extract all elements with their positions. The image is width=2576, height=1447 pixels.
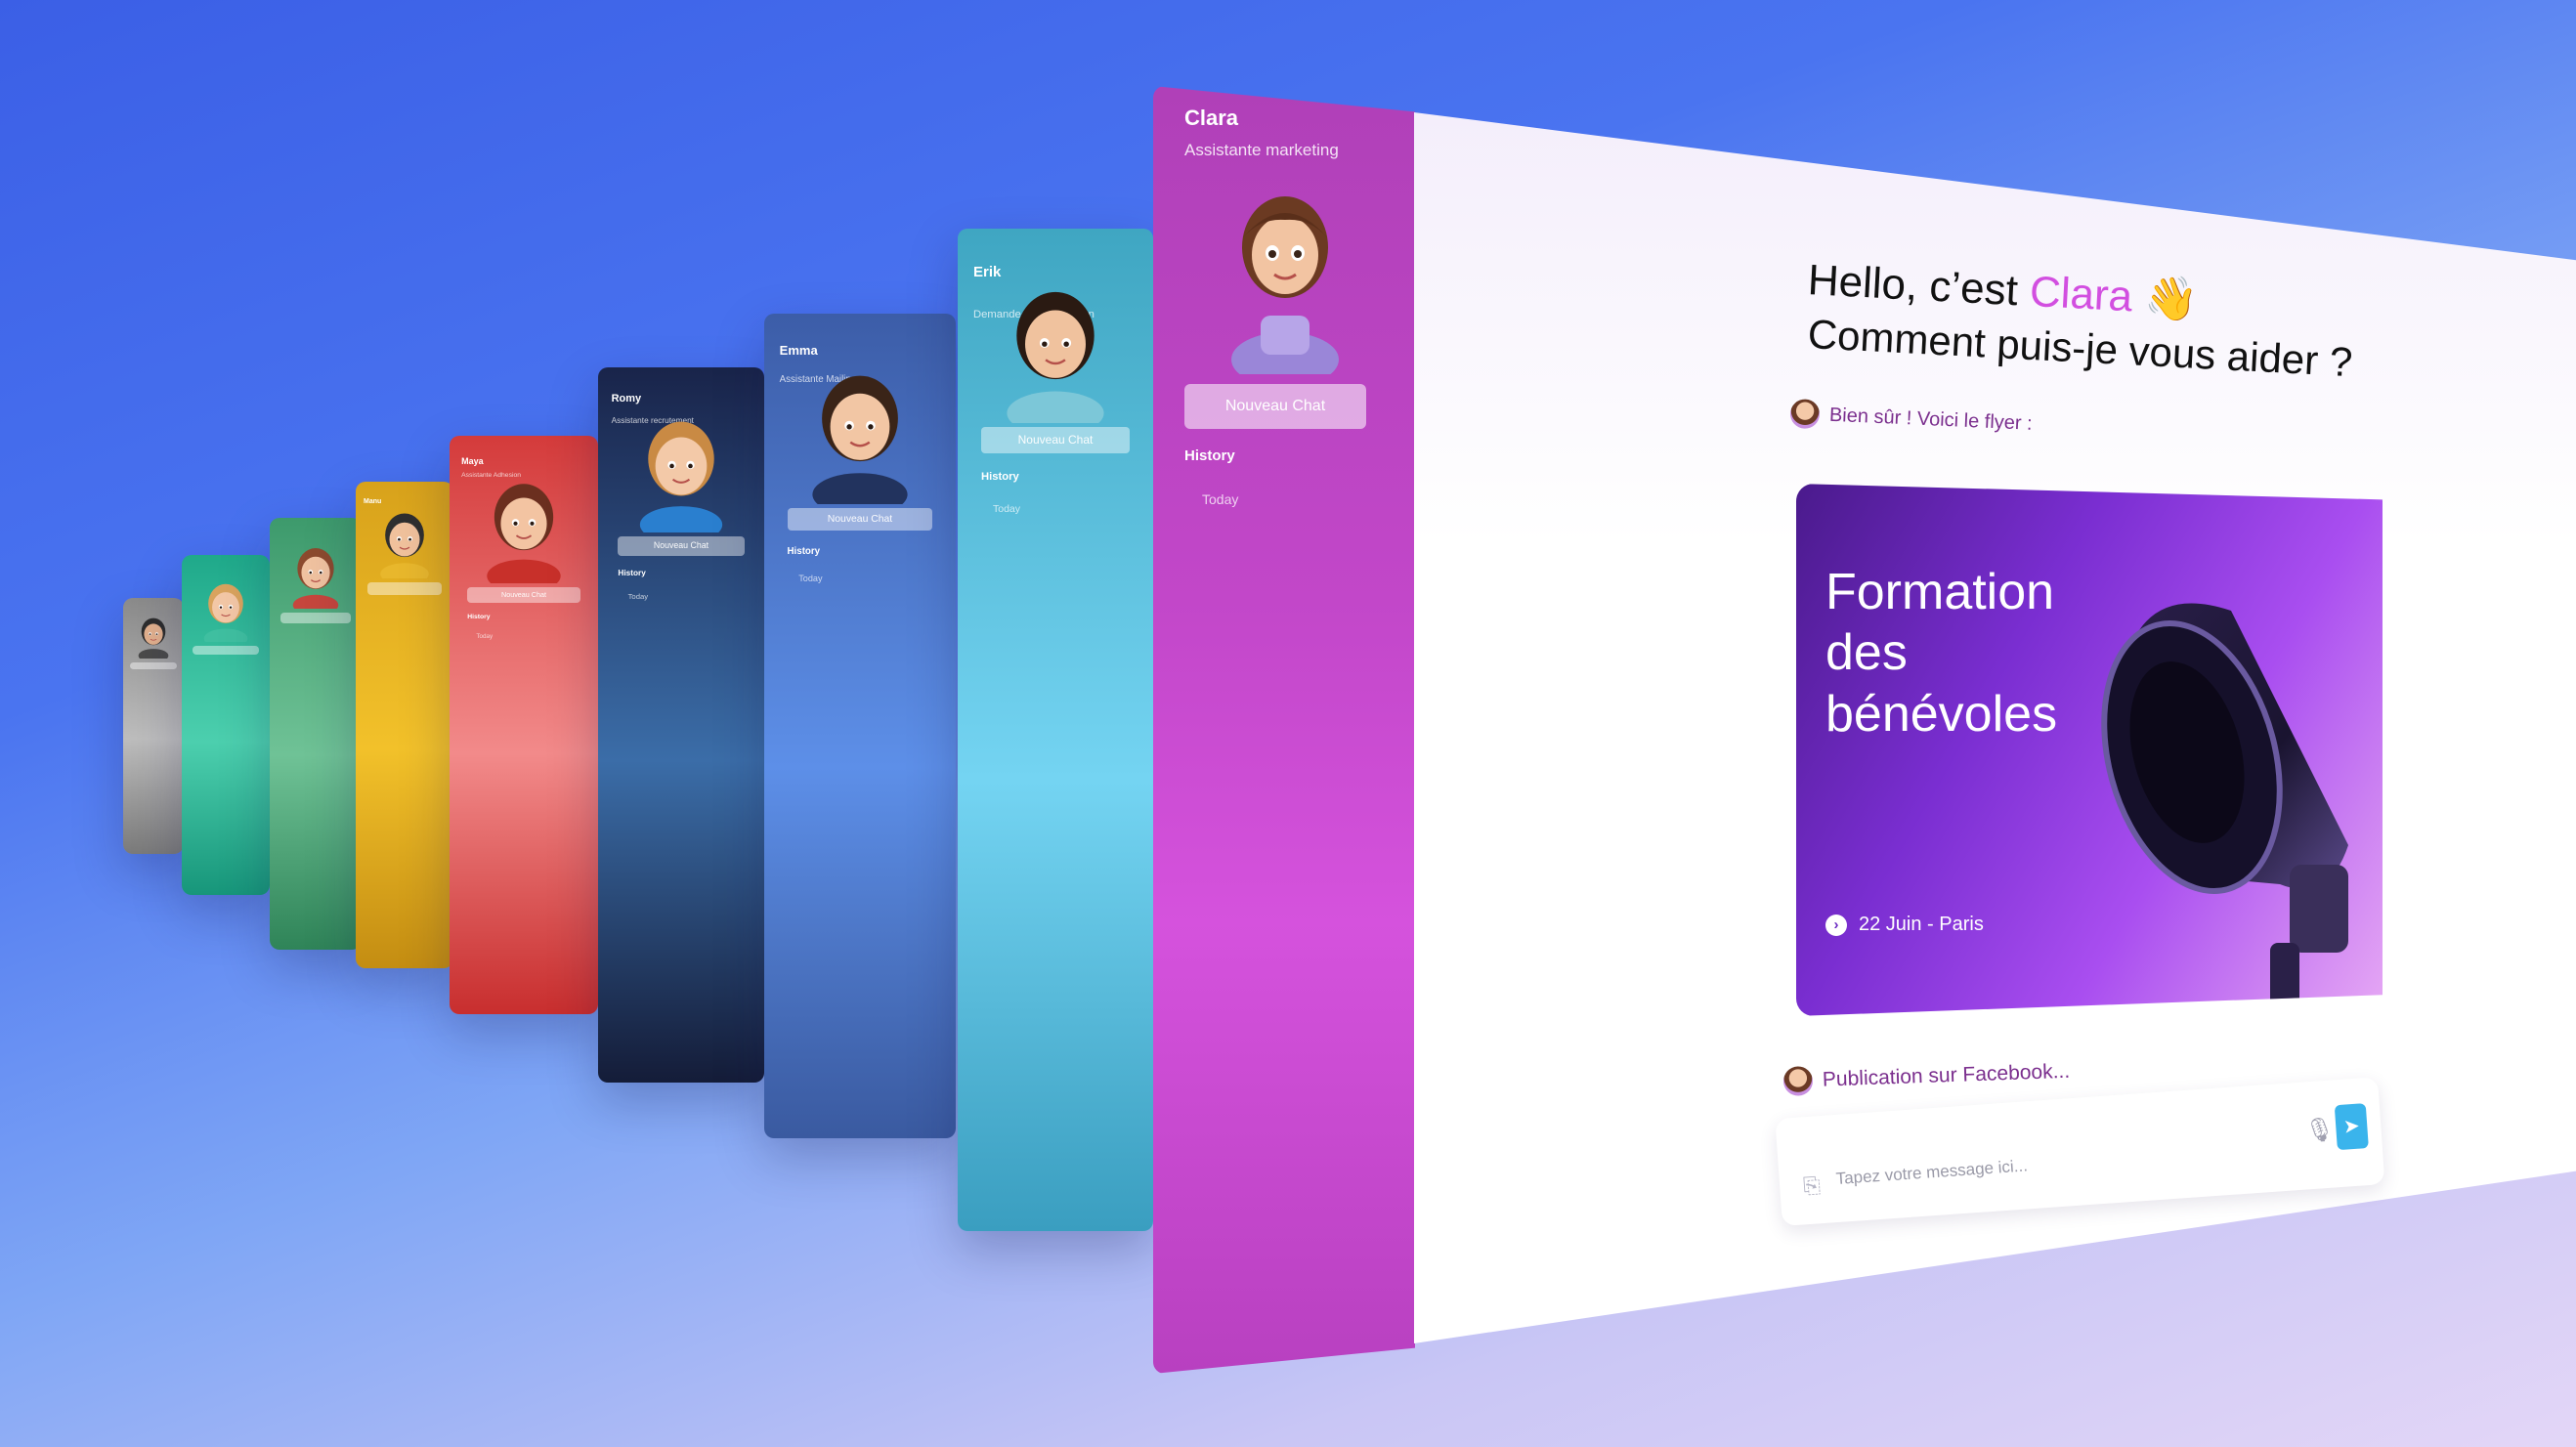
- history-label: History: [618, 568, 646, 577]
- status-message-text: Publication sur Facebook...: [1822, 1059, 2071, 1091]
- agent-avatar: [629, 409, 732, 543]
- agent-card[interactable]: [182, 555, 270, 895]
- assistant-avatar: [1782, 1065, 1814, 1096]
- microphone-icon[interactable]: 🎙: [2304, 1115, 2336, 1145]
- new-chat-button[interactable]: [130, 661, 177, 669]
- agent-avatar: [198, 577, 253, 649]
- agent-name: Maya: [461, 455, 484, 466]
- agent-card[interactable]: Maya Assistante Adhesion Nouveau Chat Hist…: [450, 436, 598, 1014]
- send-icon: ➤: [2342, 1115, 2361, 1138]
- agent-avatar: [478, 473, 570, 593]
- agent-name: Clara: [1184, 106, 1239, 130]
- history-label: History: [1184, 447, 1235, 464]
- agent-avatar: [374, 506, 435, 585]
- agent-avatar: [135, 614, 172, 663]
- new-chat-button[interactable]: [280, 613, 351, 624]
- agent-name: Manu: [364, 498, 382, 506]
- history-today-item[interactable]: Today: [1202, 491, 1238, 507]
- history-today-item[interactable]: Today: [628, 592, 649, 601]
- send-button[interactable]: ➤: [2334, 1103, 2369, 1151]
- agent-avatar: [995, 277, 1116, 436]
- agent-avatar: [800, 362, 920, 516]
- agent-card[interactable]: Romy Assistante recrutement Nouveau Chat H…: [598, 367, 764, 1083]
- history-label: History: [981, 470, 1019, 483]
- new-chat-button[interactable]: Nouveau Chat: [1184, 384, 1366, 429]
- agent-name: Emma: [779, 342, 818, 358]
- history-label: History: [467, 614, 491, 621]
- agent-card[interactable]: Emma Assistante Mailing Nouveau Chat Histo…: [764, 314, 956, 1138]
- new-chat-button[interactable]: Nouveau Chat: [467, 587, 580, 604]
- flyer-date-text: 22 Juin - Paris: [1859, 914, 1984, 935]
- agent-card[interactable]: [270, 518, 362, 950]
- agent-name: Romy: [611, 392, 642, 404]
- wave-emoji-icon: 👋: [2143, 274, 2200, 324]
- history-today-item[interactable]: Today: [993, 503, 1020, 515]
- new-chat-button[interactable]: [192, 646, 260, 656]
- history-label: History: [787, 545, 821, 557]
- agent-card[interactable]: ErikDemande de Subvention Nouveau ChatHi…: [958, 229, 1153, 1231]
- greeting-agent-name: Clara: [2028, 267, 2134, 321]
- greeting-prefix: Hello, c’est: [1806, 256, 2032, 316]
- paperclip-icon[interactable]: ⎘: [1802, 1172, 1821, 1199]
- new-chat-button[interactable]: Nouveau Chat: [618, 535, 745, 556]
- agents-scene: Manu Maya Assistante Adhesion Nouveau Cha…: [0, 0, 2576, 1447]
- agent-avatar: [287, 541, 344, 616]
- message-input[interactable]: [1835, 1140, 2247, 1190]
- megaphone-icon: [2084, 552, 2378, 1016]
- new-chat-button[interactable]: [367, 582, 442, 595]
- assistant-message-text: Bien sûr ! Voici le flyer :: [1828, 404, 2034, 435]
- history-today-item[interactable]: Today: [798, 574, 822, 583]
- flyer-date: › 22 Juin - Paris: [1825, 914, 1984, 936]
- agent-card[interactable]: Manu: [356, 482, 453, 968]
- assistant-avatar: [1789, 399, 1821, 430]
- new-chat-button[interactable]: Nouveau Chat: [981, 426, 1130, 453]
- agent-card[interactable]: [123, 598, 184, 854]
- agent-role: Assistante marketing: [1184, 141, 1339, 159]
- clara-avatar: [1222, 179, 1349, 387]
- new-chat-button[interactable]: Nouveau Chat: [787, 507, 933, 532]
- history-today-item[interactable]: Today: [476, 633, 493, 640]
- flyer-image[interactable]: Formation des bénévoles › 22 Juin - Pari…: [1796, 484, 2383, 1016]
- chevron-right-icon: ›: [1825, 914, 1847, 936]
- clara-sidebar: Clara Assistante marketing Nouveau Chat …: [1153, 86, 1415, 1374]
